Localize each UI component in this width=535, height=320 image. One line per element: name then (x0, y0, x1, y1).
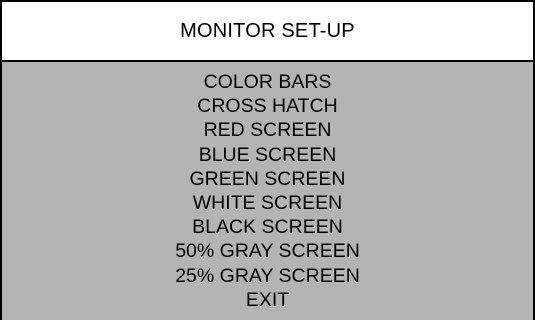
menu-item-exit[interactable]: EXIT (2, 288, 533, 312)
menu-item-red-screen[interactable]: RED SCREEN (2, 118, 533, 142)
menu-item-black-screen[interactable]: BLACK SCREEN (2, 215, 533, 239)
menu-item-50-gray-screen[interactable]: 50% GRAY SCREEN (2, 239, 533, 263)
menu-header: MONITOR SET-UP (2, 2, 533, 62)
menu-item-white-screen[interactable]: WHITE SCREEN (2, 191, 533, 215)
menu-title: MONITOR SET-UP (180, 19, 355, 42)
menu-item-cross-hatch[interactable]: CROSS HATCH (2, 94, 533, 118)
monitor-setup-menu: MONITOR SET-UP COLOR BARS CROSS HATCH RE… (0, 0, 535, 320)
menu-options-list: COLOR BARS CROSS HATCH RED SCREEN BLUE S… (2, 70, 533, 312)
menu-item-blue-screen[interactable]: BLUE SCREEN (2, 143, 533, 167)
menu-item-green-screen[interactable]: GREEN SCREEN (2, 167, 533, 191)
menu-body: COLOR BARS CROSS HATCH RED SCREEN BLUE S… (2, 62, 533, 320)
menu-item-25-gray-screen[interactable]: 25% GRAY SCREEN (2, 264, 533, 288)
menu-item-color-bars[interactable]: COLOR BARS (2, 70, 533, 94)
